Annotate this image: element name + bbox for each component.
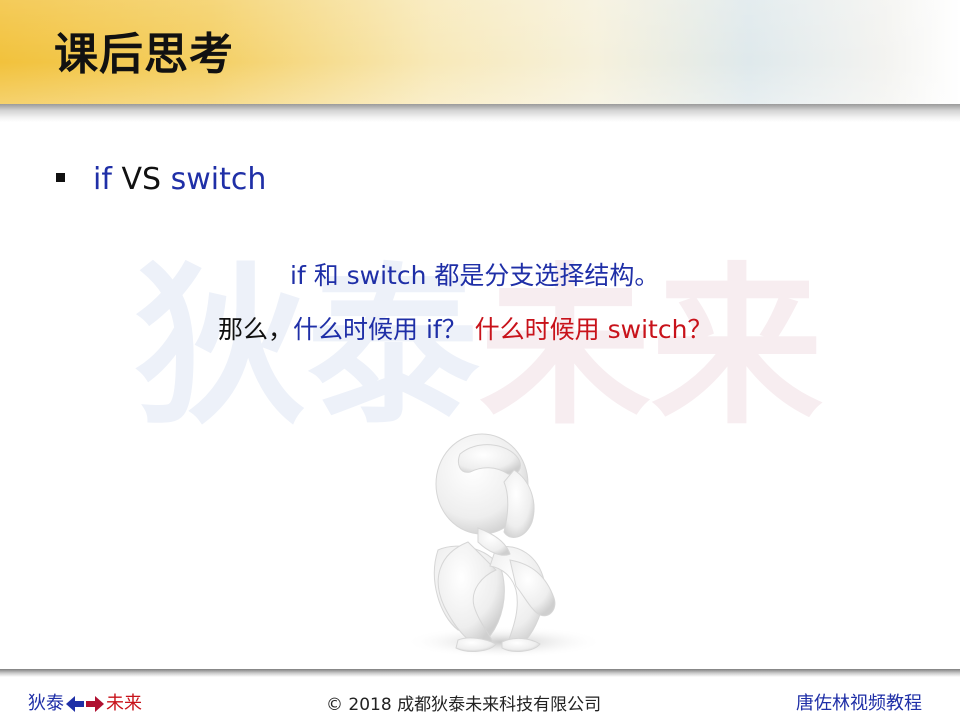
bullet-item: if VS switch: [56, 162, 266, 197]
slide-title: 课后思考: [54, 29, 234, 80]
footer-divider: [0, 669, 960, 677]
footer-copyright: © 2018 成都狄泰未来科技有限公司: [326, 695, 602, 715]
thinking-person-icon: [404, 433, 604, 658]
footer-course-name: 唐佐林视频教程: [796, 693, 922, 714]
footer-brand-a: 狄泰: [28, 693, 64, 714]
footer-brand-b: 未来: [106, 693, 142, 714]
question-line: 那么，什么时候用 if？ 什么时候用 switch？: [218, 310, 712, 346]
question-if: 什么时候用 if？: [293, 315, 467, 344]
question-switch: 什么时候用 switch？: [474, 315, 713, 344]
bullet-text-vs: VS: [121, 162, 162, 197]
bullet-text-if: if: [93, 162, 112, 197]
bullet-text-switch: switch: [170, 162, 267, 197]
bidirectional-arrow-icon: [66, 696, 104, 712]
square-bullet-icon: [56, 173, 65, 182]
header-divider: [0, 104, 960, 122]
statement-line: if 和 switch 都是分支选择结构。: [290, 261, 660, 290]
question-lead: 那么，: [218, 315, 294, 344]
footer-brand: 狄泰 未来: [28, 689, 142, 715]
